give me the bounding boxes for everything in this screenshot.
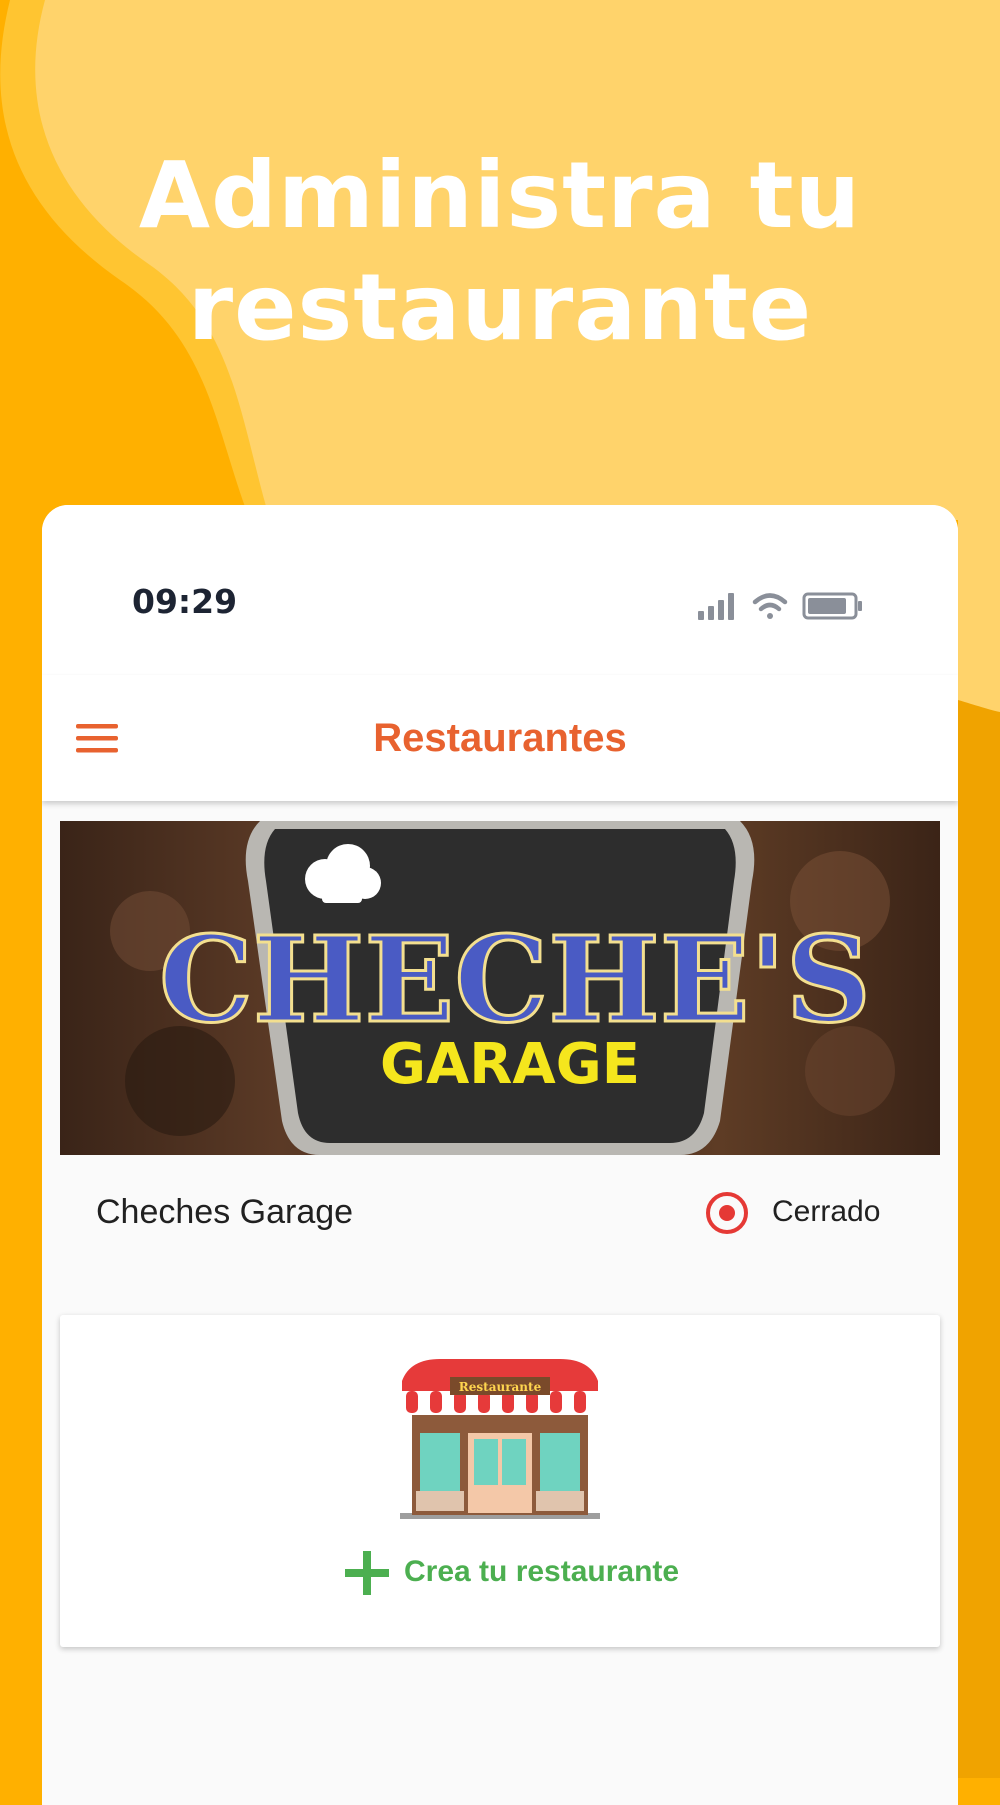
wifi-icon [752, 593, 788, 619]
restaurant-banner-image[interactable]: CHECHE'S GARAGE [60, 821, 940, 1155]
create-restaurant-label: Crea tu restaurante [404, 1555, 680, 1588]
storefront-icon: Restaurante [400, 1359, 600, 1519]
radio-selected-icon[interactable] [704, 1190, 750, 1236]
status-time: 09:29 [132, 582, 238, 621]
battery-icon [802, 592, 862, 620]
phone-screen: 09:29 Restaurantes CHECHE'S GARAGE Chech… [42, 505, 958, 1805]
plus-icon [345, 1551, 389, 1595]
restaurant-name: Cheches Garage [96, 1193, 354, 1231]
hero-title: Administra tu restaurante [0, 140, 1000, 364]
restaurant-card[interactable]: CHECHE'S GARAGE Cheches Garage Cerrado [60, 821, 940, 1261]
hero-title-line1: Administra tu [138, 142, 862, 249]
logo-text-bottom: GARAGE [380, 1032, 640, 1097]
status-label: Cerrado [772, 1195, 881, 1228]
status-icons [698, 592, 862, 620]
signal-icon [698, 593, 734, 620]
app-bar: Restaurantes [42, 675, 958, 801]
shop-sign-text: Restaurante [459, 1380, 542, 1394]
restaurant-status[interactable]: Cerrado [704, 1181, 884, 1241]
logo-text-top: CHECHE'S [159, 910, 871, 1049]
create-restaurant-card[interactable]: Restaurante Crea tu restaurante [60, 1315, 940, 1647]
create-restaurant-button[interactable]: Crea tu restaurante [342, 1543, 682, 1603]
status-bar: 09:29 [42, 505, 958, 675]
hero-title-line2: restaurante [187, 254, 813, 361]
page-title: Restaurantes [373, 716, 627, 760]
